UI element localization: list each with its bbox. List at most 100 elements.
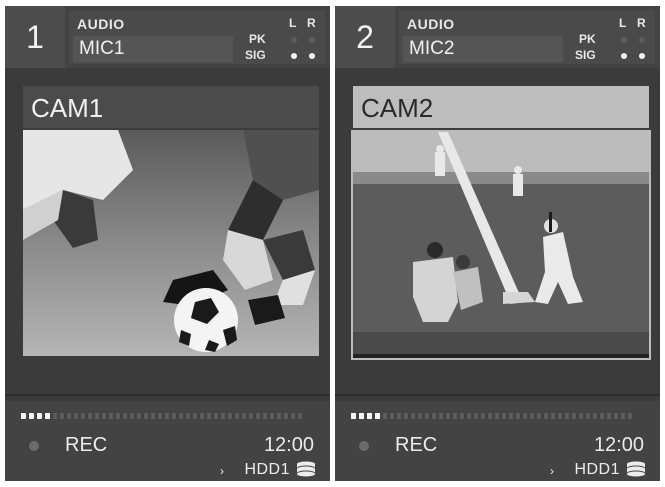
level-block xyxy=(144,413,148,419)
level-block xyxy=(123,413,127,419)
level-block xyxy=(544,413,548,419)
meter-r-label: R xyxy=(307,16,316,30)
level-block xyxy=(179,413,183,419)
chevron-right-icon: › xyxy=(550,464,554,478)
level-block xyxy=(351,413,356,419)
level-block xyxy=(530,413,534,419)
level-block xyxy=(270,413,274,419)
peak-l-indicator xyxy=(291,37,297,43)
camera-tile[interactable]: CAM1 xyxy=(23,86,319,356)
baseball-scene-image xyxy=(353,132,649,354)
disk-stack-icon xyxy=(627,461,645,477)
level-block xyxy=(586,413,590,419)
camera-name: CAM2 xyxy=(361,93,434,123)
camera-preview[interactable] xyxy=(23,130,319,356)
peak-label: PK xyxy=(249,32,266,46)
meter-r-label: R xyxy=(637,16,646,30)
level-block xyxy=(298,413,302,419)
level-block xyxy=(95,413,99,419)
level-block xyxy=(109,413,113,419)
level-block xyxy=(375,413,380,419)
multiview-monitor: 1 AUDIO MIC1 L R PK SIG CAM1 REC 12:00 ›… xyxy=(0,0,665,487)
record-dot-icon xyxy=(359,441,369,451)
level-block xyxy=(291,413,295,419)
drive-indicator[interactable]: › HDD1 xyxy=(186,461,316,479)
drive-indicator[interactable]: › HDD1 xyxy=(516,461,646,479)
level-block xyxy=(411,413,415,419)
level-block xyxy=(214,413,218,419)
level-block xyxy=(359,413,364,419)
audio-section: AUDIO MIC1 L R PK SIG xyxy=(69,10,325,64)
level-block xyxy=(21,413,26,419)
signal-r-indicator xyxy=(639,53,645,59)
level-block xyxy=(558,413,562,419)
camera-header: CAM2 xyxy=(353,86,649,128)
level-block xyxy=(439,413,443,419)
rec-label[interactable]: REC xyxy=(395,434,437,457)
level-block xyxy=(228,413,232,419)
level-block xyxy=(45,413,50,419)
channel-header: 2 AUDIO MIC2 L R PK SIG xyxy=(335,6,660,68)
level-block xyxy=(537,413,541,419)
level-block xyxy=(460,413,464,419)
level-block xyxy=(488,413,492,419)
level-block xyxy=(207,413,211,419)
level-block xyxy=(367,413,372,419)
level-block xyxy=(404,413,408,419)
audio-section: AUDIO MIC2 L R PK SIG xyxy=(399,10,655,64)
peak-l-indicator xyxy=(621,37,627,43)
level-block xyxy=(193,413,197,419)
level-block xyxy=(551,413,555,419)
peak-label: PK xyxy=(579,32,596,46)
disk-stack-icon xyxy=(297,461,315,477)
soccer-scene-image xyxy=(23,130,319,356)
level-block xyxy=(137,413,141,419)
level-block xyxy=(474,413,478,419)
level-block xyxy=(172,413,176,419)
level-block xyxy=(53,413,57,419)
mic-source-selector[interactable]: MIC2 xyxy=(403,36,563,62)
level-block xyxy=(235,413,239,419)
drive-label: HDD1 xyxy=(574,461,620,478)
camera-preview[interactable] xyxy=(351,130,651,360)
peak-r-indicator xyxy=(639,37,645,43)
level-block xyxy=(495,413,499,419)
channel-panel-1[interactable]: 1 AUDIO MIC1 L R PK SIG CAM1 REC 12:00 ›… xyxy=(5,6,330,481)
camera-tile-selected[interactable]: CAM2 xyxy=(351,86,651,360)
level-block xyxy=(81,413,85,419)
meter-l-label: L xyxy=(289,16,297,30)
level-block xyxy=(130,413,134,419)
level-block xyxy=(579,413,583,419)
channel-panel-2[interactable]: 2 AUDIO MIC2 L R PK SIG CAM2 REC 12:00 ›… xyxy=(335,6,660,481)
level-block xyxy=(151,413,155,419)
mic-source-selector[interactable]: MIC1 xyxy=(73,36,233,62)
level-block xyxy=(397,413,401,419)
record-status-bar: REC 12:00 › HDD1 xyxy=(335,401,660,481)
level-block xyxy=(256,413,260,419)
level-block xyxy=(165,413,169,419)
camera-name: CAM1 xyxy=(31,93,104,123)
signal-label: SIG xyxy=(575,48,596,62)
level-block xyxy=(158,413,162,419)
level-block xyxy=(277,413,281,419)
level-block xyxy=(628,413,632,419)
level-block xyxy=(60,413,64,419)
signal-l-indicator xyxy=(621,53,627,59)
peak-r-indicator xyxy=(309,37,315,43)
level-block xyxy=(614,413,618,419)
timecode: 12:00 xyxy=(593,434,644,456)
level-block xyxy=(621,413,625,419)
level-block xyxy=(523,413,527,419)
level-block xyxy=(88,413,92,419)
level-block xyxy=(221,413,225,419)
level-block xyxy=(284,413,288,419)
audio-label: AUDIO xyxy=(407,16,455,32)
level-block xyxy=(502,413,506,419)
rec-label[interactable]: REC xyxy=(65,434,107,457)
chevron-right-icon: › xyxy=(220,464,224,478)
level-block xyxy=(467,413,471,419)
level-block xyxy=(481,413,485,419)
level-block xyxy=(74,413,78,419)
meter-l-label: L xyxy=(619,16,627,30)
panel-divider xyxy=(335,394,660,396)
